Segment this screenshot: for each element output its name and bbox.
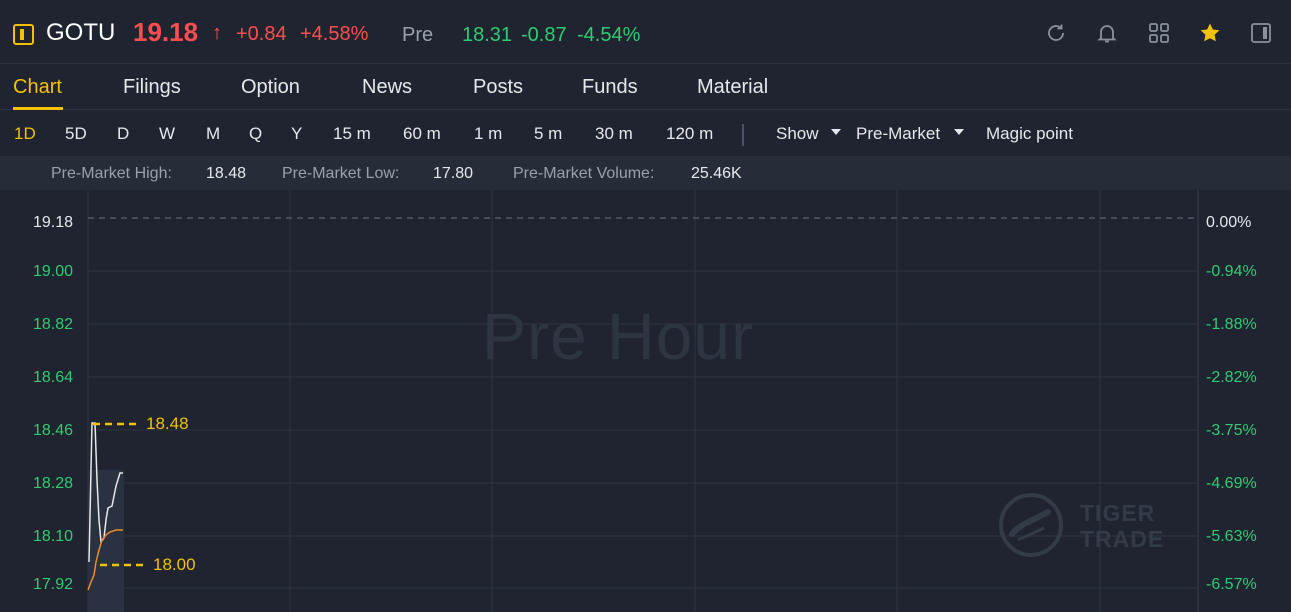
volume-label: Pre-Market Volume: [513, 165, 655, 182]
watchlist-tag-icon[interactable] [13, 24, 34, 45]
low-label: Pre-Market Low: [282, 165, 400, 182]
price-chart[interactable]: Pre Hour TIGER TRADE 19.18 19.00 18.82 1… [0, 190, 1291, 612]
pre-market-price: 18.31 [462, 24, 513, 46]
period-m[interactable]: M [206, 124, 220, 144]
ticker-symbol: GOTU [46, 19, 116, 46]
bell-icon[interactable] [1096, 22, 1118, 44]
tab-funds[interactable]: Funds [582, 76, 638, 99]
period-q[interactable]: Q [249, 124, 262, 144]
y-tick-left: 18.28 [33, 475, 74, 492]
y-tick-right: 0.00% [1206, 214, 1252, 231]
y-tick-left: 18.10 [33, 528, 74, 545]
y-tick-left: 17.92 [33, 576, 74, 593]
brand-line-tiger: TIGER [1080, 500, 1156, 526]
period-15m[interactable]: 15 m [333, 124, 371, 144]
last-price: 19.18 [133, 17, 199, 47]
brand-wordmark: TIGER TRADE [1080, 500, 1164, 552]
brand-line-trade: TRADE [1080, 526, 1165, 552]
period-1d[interactable]: 1D [14, 124, 36, 144]
pre-market-stats: Pre-Market High: 18.48 Pre-Market Low: 1… [0, 156, 1291, 190]
tab-posts[interactable]: Posts [473, 76, 523, 99]
pre-market-change: -0.87 [521, 24, 567, 46]
session-caret-icon[interactable] [954, 129, 964, 135]
period-5d[interactable]: 5D [65, 124, 87, 144]
low-value: 17.80 [433, 165, 474, 182]
grid-icon[interactable] [1148, 22, 1170, 44]
y-tick-left: 18.64 [33, 369, 74, 386]
y-tick-left: 19.18 [33, 214, 74, 231]
pre-market-label: Pre [402, 24, 434, 46]
y-tick-right: -2.82% [1206, 369, 1257, 386]
y-tick-right: -1.88% [1206, 316, 1257, 333]
period-120m[interactable]: 120 m [666, 124, 713, 144]
price-change-percent: +4.58% [300, 23, 369, 45]
period-60m[interactable]: 60 m [403, 124, 441, 144]
show-dropdown[interactable]: Show [776, 124, 819, 144]
low-marker-label: 18.00 [153, 555, 196, 574]
period-1m[interactable]: 1 m [474, 124, 502, 144]
period-w[interactable]: W [159, 124, 175, 144]
session-dropdown[interactable]: Pre-Market [856, 124, 940, 144]
tab-option[interactable]: Option [241, 76, 300, 99]
period-bar: 1D 5D D W M Q Y 15 m 60 m 1 m 5 m 30 m 1… [0, 110, 1291, 156]
panel-toggle-icon[interactable] [1250, 22, 1272, 44]
pre-market-change-percent: -4.54% [577, 24, 641, 46]
y-tick-right: -3.75% [1206, 422, 1257, 439]
up-arrow-icon: ↑ [212, 22, 222, 44]
tab-material[interactable]: Material [697, 76, 768, 99]
y-tick-right: -0.94% [1206, 263, 1257, 280]
y-tick-left: 19.00 [33, 263, 74, 280]
high-label: Pre-Market High: [51, 165, 172, 182]
star-icon[interactable] [1199, 22, 1221, 44]
y-tick-right: -4.69% [1206, 475, 1257, 492]
show-caret-icon[interactable] [831, 129, 841, 135]
period-divider [742, 124, 744, 146]
high-marker-label: 18.48 [146, 414, 189, 433]
tiger-logo-icon [999, 493, 1063, 557]
refresh-icon[interactable] [1045, 22, 1067, 44]
quote-header: GOTU 19.18 ↑ +0.84 +4.58% Pre 18.31 -0.8… [0, 0, 1291, 64]
tab-filings[interactable]: Filings [123, 76, 181, 99]
y-tick-left: 18.82 [33, 316, 74, 333]
y-tick-right: -5.63% [1206, 528, 1257, 545]
period-d[interactable]: D [117, 124, 129, 144]
period-5m[interactable]: 5 m [534, 124, 562, 144]
tab-chart[interactable]: Chart [13, 76, 62, 99]
pre-hour-watermark: Pre Hour [482, 299, 755, 373]
volume-shade [88, 470, 124, 612]
y-tick-right: -6.57% [1206, 576, 1257, 593]
volume-value: 25.46K [691, 165, 742, 182]
high-value: 18.48 [206, 165, 247, 182]
period-y[interactable]: Y [291, 124, 302, 144]
section-tabs: Chart Filings Option News Posts Funds Ma… [0, 64, 1291, 110]
tab-news[interactable]: News [362, 76, 412, 99]
price-change: +0.84 [236, 23, 287, 45]
magic-point-button[interactable]: Magic point [986, 124, 1073, 144]
y-tick-left: 18.46 [33, 422, 74, 439]
period-30m[interactable]: 30 m [595, 124, 633, 144]
